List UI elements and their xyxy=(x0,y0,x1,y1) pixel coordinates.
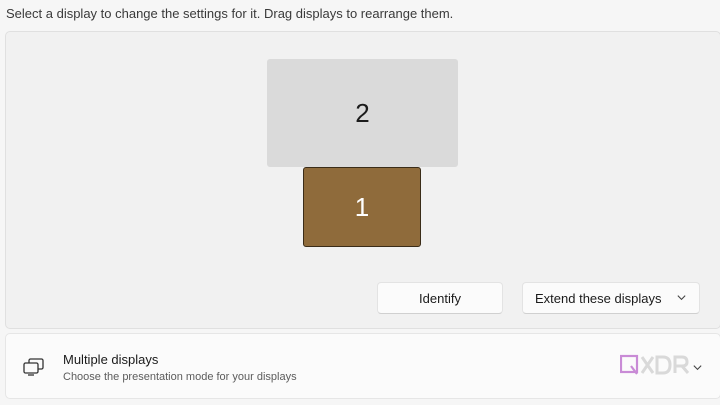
multiple-displays-card[interactable]: Multiple displays Choose the presentatio… xyxy=(5,333,720,399)
multiple-displays-icon xyxy=(23,358,44,376)
xda-logo-icon xyxy=(620,354,690,375)
identify-button-label: Identify xyxy=(419,290,461,306)
multiple-displays-title: Multiple displays xyxy=(63,352,159,367)
display-mode-dropdown[interactable]: Extend these displays xyxy=(522,282,700,314)
instruction-text: Select a display to change the settings … xyxy=(6,6,454,21)
watermark-logo xyxy=(620,354,690,376)
display-1-label: 1 xyxy=(354,191,370,222)
display-2[interactable]: 2 xyxy=(267,59,458,167)
display-mode-value: Extend these displays xyxy=(535,290,662,306)
display-2-label: 2 xyxy=(355,97,370,128)
chevron-down-icon xyxy=(677,295,686,301)
multiple-displays-subtitle: Choose the presentation mode for your di… xyxy=(63,371,297,383)
identify-button[interactable]: Identify xyxy=(377,282,503,314)
expand-chevron-icon[interactable] xyxy=(692,362,703,373)
display-1[interactable]: 1 xyxy=(303,167,421,247)
display-arrangement-panel[interactable]: 2 1 Identify Extend these displays xyxy=(5,31,720,329)
